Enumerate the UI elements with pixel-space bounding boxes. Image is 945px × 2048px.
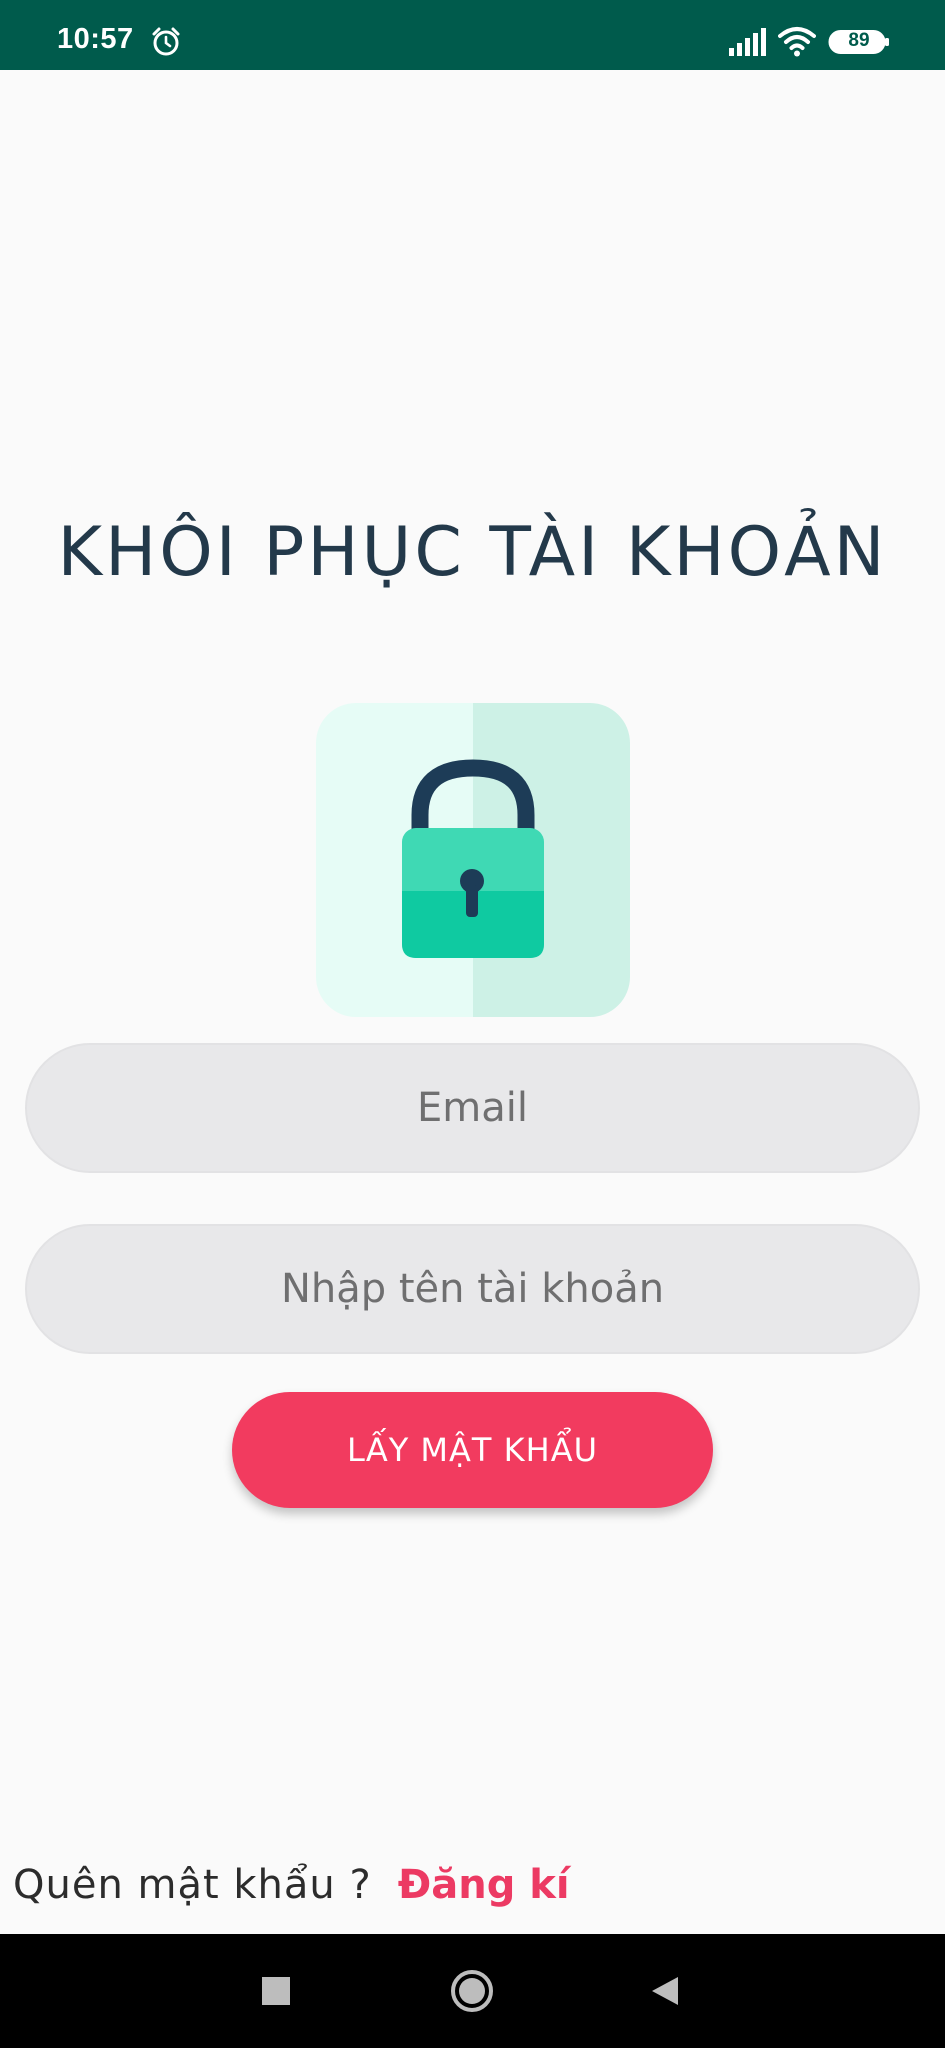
back-icon [652,1977,678,2005]
recover-account-screen: 10:57 89 KHÔI PHỤC TÀI KHOẢN Email Nhập … [0,0,945,2048]
footer-links: Quên mật khẩu ? Đăng kí [13,1855,570,1915]
register-link[interactable]: Đăng kí [398,1862,570,1908]
navigation-bar [0,1934,945,2048]
forgot-password-text: Quên mật khẩu ? [13,1862,372,1908]
battery-level: 89 [848,30,870,51]
home-button[interactable] [412,1934,532,2048]
recent-apps-icon [262,1977,290,2005]
lock-icon [316,703,630,1017]
back-button[interactable] [605,1934,725,2048]
status-time: 10:57 [57,23,134,55]
page-title: KHÔI PHỤC TÀI KHOẢN [57,513,888,592]
signal-icon [729,28,766,56]
wifi-icon [778,27,816,57]
alarm-icon [152,27,180,56]
get-password-button[interactable]: LẤY MẬT KHẨU [232,1392,713,1508]
username-field-container [25,1224,920,1354]
recent-apps-button[interactable] [216,1934,336,2048]
email-field-container [25,1043,920,1173]
username-field[interactable] [70,1265,875,1313]
email-field[interactable] [70,1084,875,1132]
home-icon [451,1970,493,2012]
status-bar: 10:57 89 [0,0,945,70]
